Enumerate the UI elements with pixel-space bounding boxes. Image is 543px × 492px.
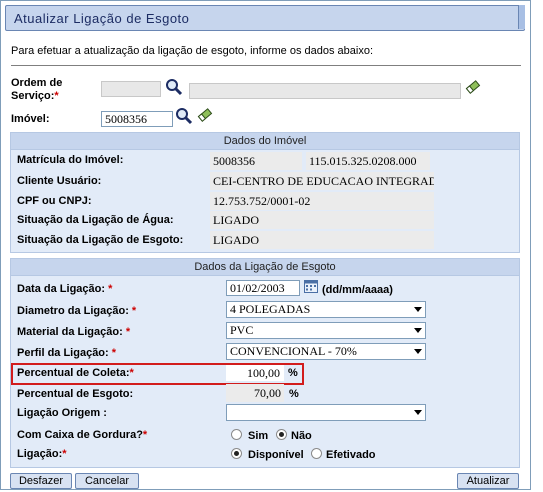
intro-text: Para efetuar a atualização da ligação de… [11,45,374,57]
ligacao-label: Ligação:* [17,448,67,460]
ordem-servico-description [189,83,461,99]
material-label: Material da Ligação: * [17,326,131,338]
caixa-gordura-sim-label: Sim [248,430,269,442]
caixa-gordura-nao-radio[interactable] [276,429,287,440]
situacao-esgoto-label: Situação da Ligação de Esgoto: [17,234,184,246]
ligacao-disponivel-label: Disponível [248,449,304,461]
chevron-down-icon [414,328,422,333]
chevron-down-icon [414,349,422,354]
ligacao-efetivado-radio[interactable] [311,448,322,459]
dados-imovel-header: Dados do Imóvel [11,133,519,150]
desfazer-button[interactable]: Desfazer [10,473,72,489]
perfil-select[interactable]: CONVENCIONAL - 70% [226,343,426,360]
cliente-value: CEI-CENTRO DE EDUCACAO INTEGRADA L [210,172,434,190]
situacao-agua-label: Situação da Ligação de Água: [17,214,174,226]
window-title: Atualizar Ligação de Esgoto [14,11,190,26]
perfil-selected: CONVENCIONAL - 70% [230,344,357,358]
percentual-coleta-unit: % [288,367,298,379]
caixa-gordura-sim-radio[interactable] [231,429,242,440]
search-icon[interactable] [165,78,183,99]
cancelar-button[interactable]: Cancelar [75,473,139,489]
percentual-esgoto-value: 70,00 [226,384,284,402]
form-window: Atualizar Ligação de Esgoto Para efetuar… [0,0,531,490]
date-format-hint: (dd/mm/aaaa) [322,284,393,296]
eraser-icon[interactable] [465,79,481,98]
ligacao-origem-label: Ligação Origem : [17,407,107,419]
situacao-agua-value: LIGADO [210,211,434,229]
ligacao-disponivel-radio[interactable] [231,448,242,459]
perfil-label: Perfil da Ligação: * [17,347,117,359]
title-bar: Atualizar Ligação de Esgoto [5,5,525,31]
imovel-input[interactable] [101,111,173,127]
matricula-label: Matrícula do Imóvel: [17,154,124,166]
percentual-coleta-input[interactable] [226,365,284,381]
chevron-down-icon [414,307,422,312]
material-selected: PVC [230,323,254,337]
data-ligacao-input[interactable] [226,280,300,296]
situacao-esgoto-value: LIGADO [210,231,434,249]
diametro-select[interactable]: 4 POLEGADAS [226,301,426,318]
imovel-label: Imóvel: [11,113,50,125]
ligacao-origem-select[interactable] [226,404,426,421]
diametro-label: Diametro da Ligação: * [17,305,137,317]
data-ligacao-label: Data da Ligação: * [17,283,113,295]
cpf-cnpj-value: 12.753.752/0001-02 [210,192,434,210]
search-icon[interactable] [175,107,193,128]
dados-ligacao-header: Dados da Ligação de Esgoto [11,259,519,276]
matricula-value: 5008356 [210,152,302,170]
eraser-icon[interactable] [197,107,213,126]
cliente-label: Cliente Usuário: [17,175,102,187]
material-select[interactable]: PVC [226,322,426,339]
caixa-gordura-label: Com Caixa de Gordura?* [17,429,148,441]
caixa-gordura-nao-label: Não [291,430,312,442]
ligacao-efetivado-label: Efetivado [326,449,376,461]
inscricao-value: 115.015.325.0208.000 [306,152,430,170]
percentual-esgoto-label: Percentual de Esgoto: [17,388,134,400]
chevron-down-icon [414,410,422,415]
cpf-cnpj-label: CPF ou CNPJ: [17,195,92,207]
diametro-selected: 4 POLEGADAS [230,302,311,316]
percentual-coleta-label: Percentual de Coleta:* [17,367,134,379]
calendar-icon[interactable] [304,280,318,296]
atualizar-button[interactable]: Atualizar [457,473,519,489]
ordem-servico-label: Ordem de Serviço:* [11,77,63,102]
title-bar-edge [518,5,525,29]
percentual-esgoto-unit: % [289,388,299,400]
divider [11,65,521,66]
ordem-servico-input[interactable] [101,81,161,97]
